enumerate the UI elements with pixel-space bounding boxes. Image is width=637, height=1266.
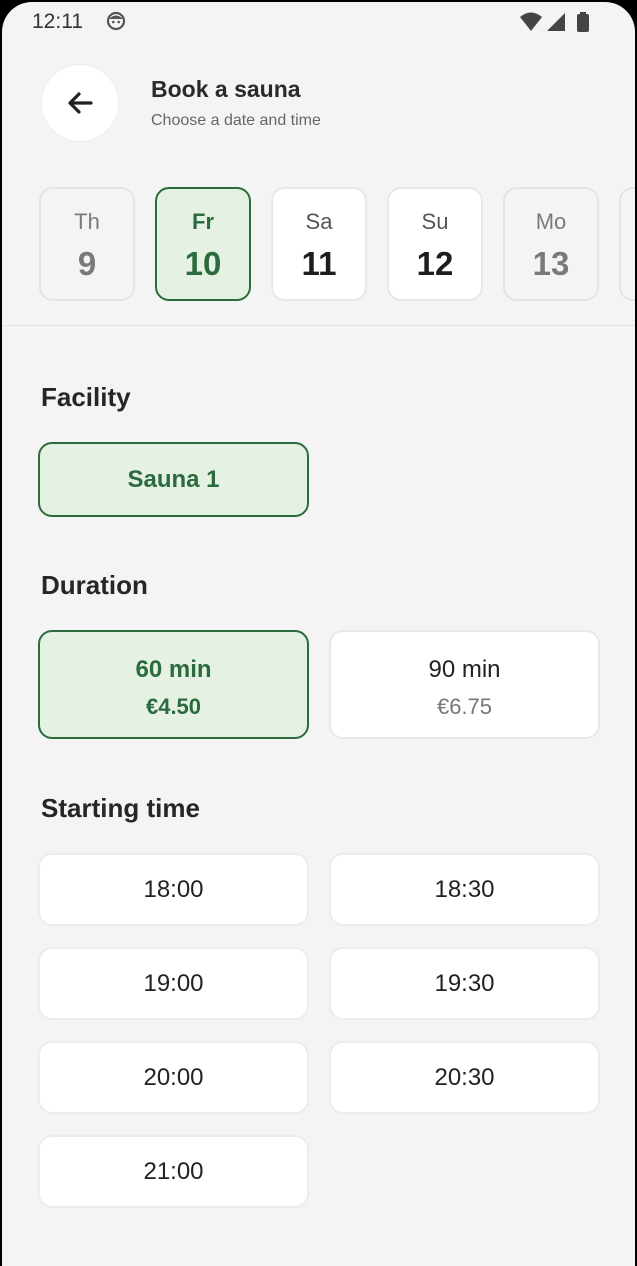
date-weekday: Sa — [305, 209, 333, 234]
wifi-icon — [520, 12, 542, 31]
time-slot[interactable]: 21:00 — [38, 1135, 309, 1208]
back-button[interactable] — [41, 64, 119, 142]
time-slot[interactable]: 20:00 — [38, 1041, 309, 1114]
date-card-partial[interactable] — [619, 187, 635, 301]
date-day: 11 — [301, 245, 337, 282]
time-slot[interactable]: 19:00 — [38, 947, 309, 1020]
facility-option[interactable]: Sauna 1 — [38, 442, 309, 517]
time-slot[interactable]: 18:00 — [38, 853, 309, 926]
duration-label: 90 min — [428, 656, 501, 683]
arrow-left-icon — [68, 92, 93, 114]
signal-icon — [547, 13, 565, 31]
duration-label: 60 min — [135, 656, 212, 683]
time-slot[interactable]: 20:30 — [329, 1041, 600, 1114]
date-card[interactable]: Sa 11 — [271, 187, 367, 301]
date-card[interactable]: Fr 10 — [155, 187, 251, 301]
starting-time-title: Starting time — [41, 793, 200, 823]
duration-price: €6.75 — [436, 694, 493, 719]
date-weekday: Mo — [535, 209, 567, 234]
date-card[interactable]: Mo 13 — [503, 187, 599, 301]
app-screen: 12:11 Book a sauna Choose a date and tim… — [2, 2, 635, 1266]
date-weekday: Su — [421, 209, 449, 234]
page-title: Book a sauna — [151, 76, 301, 102]
date-day: 12 — [416, 245, 454, 282]
status-bar: 12:11 — [2, 2, 635, 42]
duration-option[interactable]: 60 min €4.50 — [38, 630, 309, 739]
date-card[interactable]: Th 9 — [39, 187, 135, 301]
date-day: 13 — [532, 245, 570, 282]
status-icons — [520, 12, 589, 32]
page-subtitle: Choose a date and time — [151, 112, 321, 129]
date-day: 10 — [184, 245, 222, 282]
duration-title: Duration — [41, 570, 148, 600]
date-picker: Th 9 Fr 10 Sa 11 Su 12 Mo 13 — [2, 187, 635, 303]
date-weekday: Fr — [192, 209, 214, 234]
time-slot[interactable]: 19:30 — [329, 947, 600, 1020]
date-weekday: Th — [74, 209, 100, 234]
status-time: 12:11 — [32, 10, 83, 33]
facility-title: Facility — [41, 382, 131, 412]
duration-option[interactable]: 90 min €6.75 — [329, 630, 600, 739]
assistant-face-icon — [106, 11, 126, 31]
battery-icon — [577, 14, 589, 32]
facility-option-label: Sauna 1 — [127, 465, 220, 493]
duration-price: €4.50 — [145, 694, 202, 719]
time-slot[interactable]: 18:30 — [329, 853, 600, 926]
divider — [2, 325, 635, 326]
date-day: 9 — [77, 245, 97, 282]
date-card[interactable]: Su 12 — [387, 187, 483, 301]
